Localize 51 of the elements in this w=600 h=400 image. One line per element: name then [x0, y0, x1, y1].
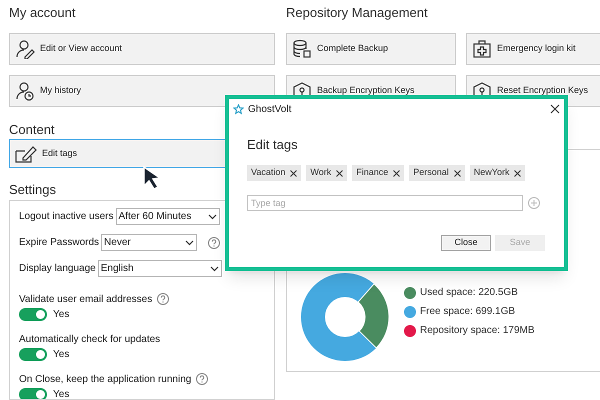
tag-chip: Personal: [409, 165, 465, 181]
setting-label: On Close, keep the application running: [19, 372, 192, 386]
user-pencil-icon: [15, 39, 35, 59]
action-button[interactable]: Emergency login kit: [466, 33, 600, 65]
legend-label: Repository space: 179MB: [420, 324, 535, 338]
remove-icon[interactable]: [514, 170, 522, 176]
field-label: Logout inactive users: [19, 210, 114, 224]
remove-icon[interactable]: [454, 170, 461, 176]
section-title: My account: [9, 4, 76, 22]
action-button[interactable]: Complete Backup: [286, 33, 456, 65]
tag-chip: NewYork: [470, 165, 526, 181]
tag-chip: Finance: [352, 165, 404, 181]
dropdown[interactable]: After 60 Minutes: [116, 208, 220, 225]
dropdown[interactable]: Never: [101, 234, 198, 251]
setting-label: Automatically check for updates: [19, 332, 160, 346]
database-icon: [292, 39, 312, 59]
chevron-down-icon: [208, 214, 217, 220]
toggle-state: Yes: [53, 348, 70, 362]
remove-icon[interactable]: [336, 170, 344, 176]
dropdown[interactable]: English: [98, 260, 222, 277]
tag-input[interactable]: Type tag: [247, 195, 523, 211]
tag-chip: Work: [306, 165, 348, 181]
toggle-switch[interactable]: [19, 388, 47, 399]
chevron-down-icon: [185, 240, 194, 246]
toggle-state: Yes: [53, 308, 70, 322]
star-logo-icon: [233, 104, 244, 114]
toggle-switch[interactable]: [19, 348, 47, 361]
toggle-switch[interactable]: [19, 308, 47, 321]
legend-label: Used space: 220.5GB: [420, 286, 518, 300]
chevron-down-icon: [210, 266, 219, 272]
remove-icon[interactable]: [393, 170, 400, 176]
user-clock-icon: [15, 81, 35, 101]
tag-chip: Vacation: [247, 165, 302, 181]
medical-kit-icon: [472, 39, 492, 59]
section-title: Repository Management: [286, 4, 429, 22]
help-icon[interactable]: [208, 236, 220, 248]
setting-label: Validate user email addresses: [19, 292, 152, 306]
plus-circle-icon[interactable]: [528, 197, 540, 209]
section-title: Settings: [9, 181, 56, 199]
dialog-button[interactable]: Close: [441, 235, 491, 251]
help-icon[interactable]: [196, 373, 208, 385]
close-icon[interactable]: [550, 104, 560, 114]
legend-label: Free space: 699.1GB: [420, 305, 516, 319]
field-label: Display language: [19, 262, 96, 276]
help-icon[interactable]: [157, 293, 170, 305]
toggle-state: Yes: [53, 388, 70, 399]
pencil-box-icon: [15, 144, 37, 162]
action-button[interactable]: Edit or View account: [9, 33, 275, 65]
remove-icon[interactable]: [290, 170, 298, 176]
field-label: Expire Passwords: [19, 236, 100, 250]
section-title: Content: [9, 121, 56, 139]
